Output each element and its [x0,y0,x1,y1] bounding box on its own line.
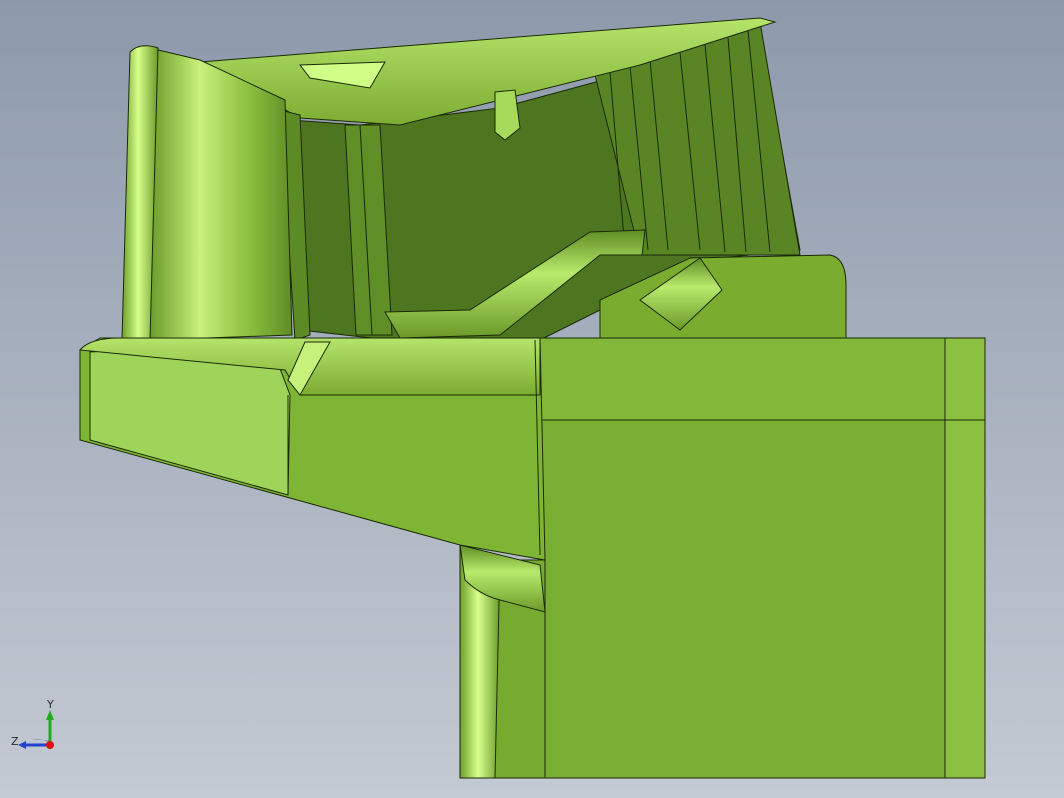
cad-model[interactable] [0,0,1064,798]
triad-y-label: Y [47,698,54,711]
base-block-top-band [539,337,986,421]
triad-z-label: Z [11,735,19,748]
base-block-corner [944,337,986,779]
cad-viewport[interactable]: Y Z [0,0,1064,798]
triad-axes-icon [18,710,54,749]
view-triad[interactable]: Y Z [10,698,70,760]
